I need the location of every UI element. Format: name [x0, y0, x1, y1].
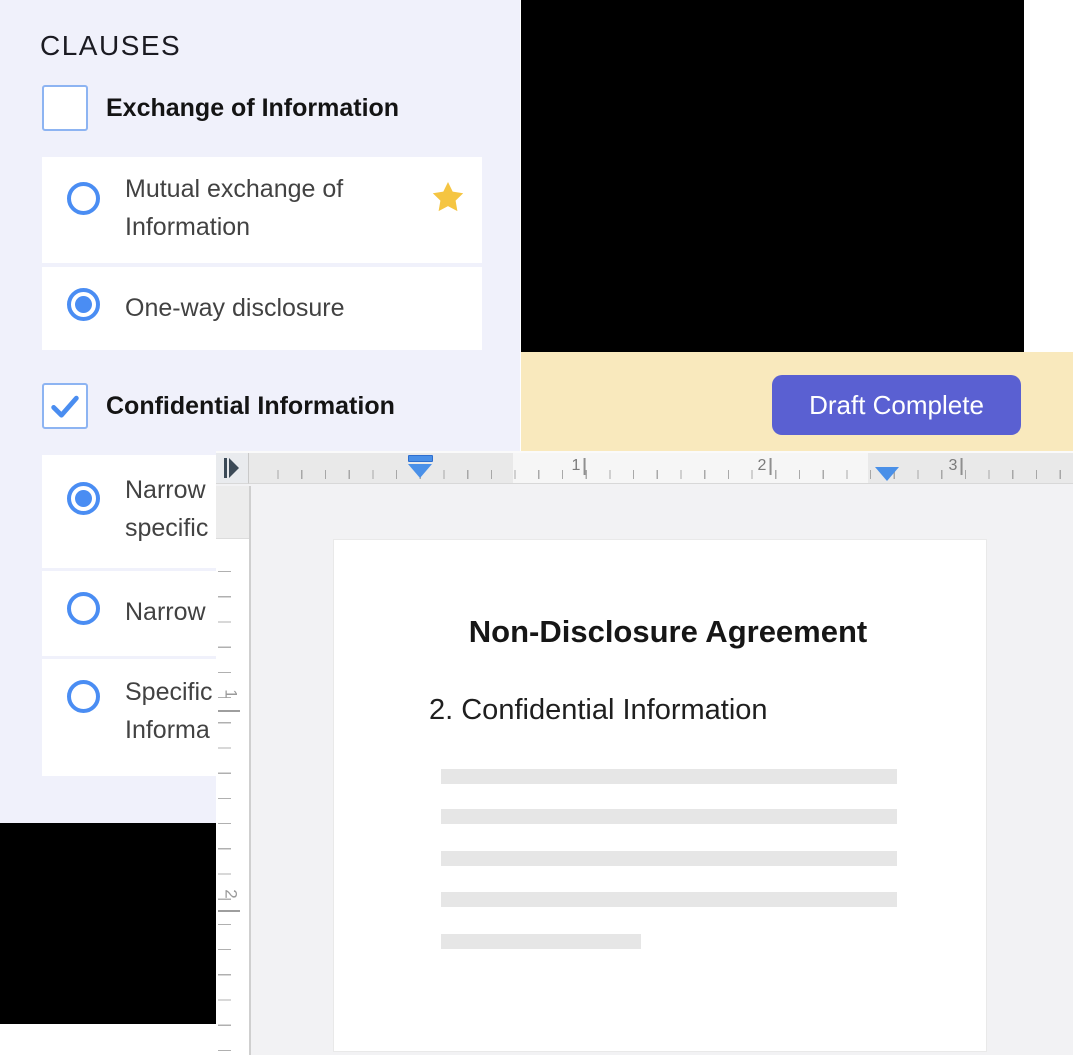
draft-complete-button[interactable]: Draft Complete [772, 375, 1021, 435]
radio-unselected-icon[interactable] [67, 182, 100, 215]
radio-selected-icon[interactable] [67, 482, 100, 515]
document-heading[interactable]: 2. Confidential Information [429, 694, 768, 727]
checkbox-checked-icon[interactable] [42, 383, 88, 429]
placeholder-line [441, 769, 897, 784]
document-page[interactable]: Non-Disclosure Agreement 2. Confidential… [333, 539, 987, 1052]
clause-section-confidential[interactable]: Confidential Information [42, 383, 395, 429]
option-label: Specific Informa [125, 678, 213, 744]
first-line-indent-marker[interactable] [408, 455, 433, 462]
checkbox-unchecked-icon[interactable] [42, 85, 88, 131]
ruler-major-tick [218, 710, 240, 712]
option-card-mutual-exchange[interactable]: Mutual exchange of Information [42, 157, 482, 263]
option-card-one-way[interactable]: One-way disclosure [42, 267, 482, 350]
ruler-margin-segment [216, 486, 249, 539]
right-indent-marker[interactable] [875, 467, 899, 481]
radio-unselected-icon[interactable] [67, 592, 100, 625]
clause-section-label: Confidential Information [106, 391, 395, 420]
placeholder-line [441, 809, 897, 824]
ruler-number: 1 [571, 457, 586, 475]
ruler-number: 2 [757, 457, 772, 475]
ruler-number: 3 [948, 457, 963, 475]
screenshot-root: CLAUSES Exchange of Information Mutual e… [0, 0, 1073, 1055]
ruler-minor-ticks [218, 539, 231, 1055]
document-title[interactable]: Non-Disclosure Agreement [439, 614, 897, 650]
option-label: Narrow specific [125, 476, 209, 542]
option-label: Mutual exchange of Information [125, 175, 344, 241]
placeholder-line [441, 851, 897, 866]
checkmark-icon [51, 395, 79, 418]
star-icon[interactable] [432, 181, 464, 213]
ruler-number: 2 [221, 889, 241, 899]
ruler-number: 1 [221, 689, 241, 699]
horizontal-ruler[interactable]: 1 2 3 [249, 453, 1073, 484]
clause-section-exchange[interactable]: Exchange of Information [42, 85, 399, 131]
document-editor-window: 1 2 3 1 2 Non-Disclosure Agreement 2. Co… [216, 451, 1073, 1055]
ruler-major-tick [218, 910, 240, 912]
document-canvas: Non-Disclosure Agreement 2. Confidential… [251, 486, 1073, 1055]
placeholder-line [441, 934, 641, 949]
black-decor-block-top [521, 0, 1024, 352]
placeholder-line [441, 892, 897, 907]
tab-stop-triangle [229, 458, 239, 478]
option-label: One-way disclosure [125, 294, 345, 322]
tab-stop-selector-icon[interactable] [216, 453, 249, 484]
left-indent-marker[interactable] [408, 464, 432, 478]
vertical-ruler[interactable]: 1 2 [216, 486, 249, 1055]
panel-title: CLAUSES [40, 30, 182, 61]
draft-banner: Draft Complete [521, 352, 1073, 453]
radio-unselected-icon[interactable] [67, 680, 100, 713]
clause-section-label: Exchange of Information [106, 93, 400, 122]
black-decor-block-bottom [0, 823, 216, 1024]
option-label: Narrow [125, 598, 206, 626]
radio-selected-icon[interactable] [67, 288, 100, 321]
tab-stop-bar [224, 458, 227, 478]
